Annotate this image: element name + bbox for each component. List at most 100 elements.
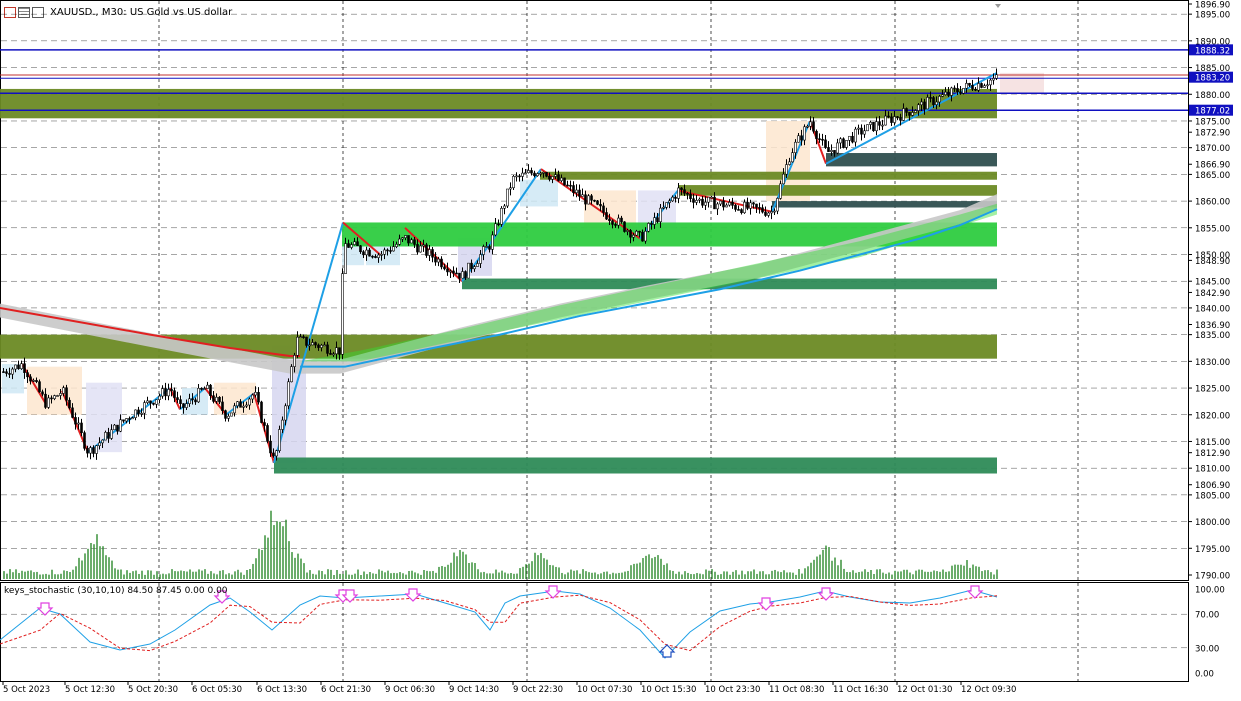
price-label: 1836.90 [1195,321,1230,331]
candle-body [290,366,293,383]
time-label: 9 Oct 22:30 [513,685,563,695]
time-label: 6 Oct 21:30 [321,685,371,695]
zone [274,457,997,474]
candle-body [611,220,614,225]
candle-body [644,230,647,242]
candle-body [401,237,404,240]
candle-body [44,393,47,408]
candle-body [725,204,728,208]
candle-body [701,198,704,206]
candle-body [899,117,902,121]
candle-body [437,258,440,263]
candle-body [680,187,683,190]
candle-body [869,121,872,125]
price-label: 1830.00 [1195,358,1230,368]
candle-body [413,239,416,245]
candle-body [359,245,362,253]
candle-body [683,189,686,194]
candle-body [815,130,818,139]
candle-body [503,205,506,209]
candle-body [455,272,458,275]
candle-body [506,188,509,207]
indicator-label: keys_stochastic (30,10,10) 84.50 87.45 0… [4,586,228,596]
candle-body [692,198,695,203]
candle-body [17,364,20,370]
candle-body [332,353,335,356]
indicator-axis-label: 30.00 [1195,644,1219,654]
candle-body [959,91,962,94]
candle-body [794,141,797,153]
candle-body [917,104,920,111]
candle-body [134,409,137,418]
candle-body [848,135,851,141]
candle-body [863,130,866,135]
candle-body [866,124,869,132]
candle-body [113,424,116,431]
candle-body [965,83,968,89]
candle-body [923,101,926,110]
price-label: 1800.00 [1195,518,1230,528]
candle-body [686,192,689,195]
candle-body [881,124,884,127]
candle-body [221,401,224,411]
candle-body [731,201,734,206]
candle-body [347,243,350,248]
candle-body [296,336,299,356]
candle-body [602,205,605,213]
candle-body [227,415,230,419]
candle-body [284,405,287,421]
candle-body [650,223,653,225]
candle-body [809,121,812,127]
candle-body [950,87,953,96]
candle-body [263,422,266,426]
candle-body [554,174,557,177]
time-label: 9 Oct 14:30 [449,685,499,695]
candle-body [23,363,26,373]
candle-body [608,218,611,222]
candle-body [656,217,659,223]
indicator-axis-label: 70.00 [1195,611,1219,621]
candle-body [914,110,917,113]
candle-body [365,249,368,256]
candle-body [842,138,845,148]
candle-body [104,432,107,441]
candle-body [509,187,512,190]
candle-body [317,344,320,348]
candle-body [89,447,92,454]
price-label: 1806.90 [1195,481,1230,491]
candle-body [953,87,956,90]
candle-body [734,205,737,210]
candle-body [185,403,188,408]
candle-body [131,417,134,420]
candle-body [242,405,245,408]
candle-body [356,241,359,247]
candle-body [389,250,392,252]
trading-chart-window[interactable]: XAUUSD., M30: US Gold vs US dollar 1896.… [0,0,1241,701]
candle-body [215,396,218,402]
candle-body [335,347,338,355]
candle-body [698,198,701,201]
candle-body [461,271,464,279]
candle-body [578,189,581,197]
candle-body [62,387,65,394]
candle-body [818,138,821,140]
candle-body [836,142,839,154]
time-label: 6 Oct 13:30 [257,685,307,695]
candle-body [854,128,857,143]
candle-body [326,344,329,354]
candle-body [431,249,434,258]
candle-body [380,254,383,256]
candle-body [449,270,452,273]
candle-body [974,88,977,91]
candle-body [125,418,128,422]
candle-body [251,394,254,400]
candle-body [992,78,995,81]
candle-body [890,116,893,123]
candle-body [902,108,905,121]
candle-body [440,258,443,268]
candle-body [896,116,899,118]
candle-body [467,262,470,279]
price-label: 1815.00 [1195,438,1230,448]
candle-body [956,88,959,93]
candle-body [560,177,563,181]
